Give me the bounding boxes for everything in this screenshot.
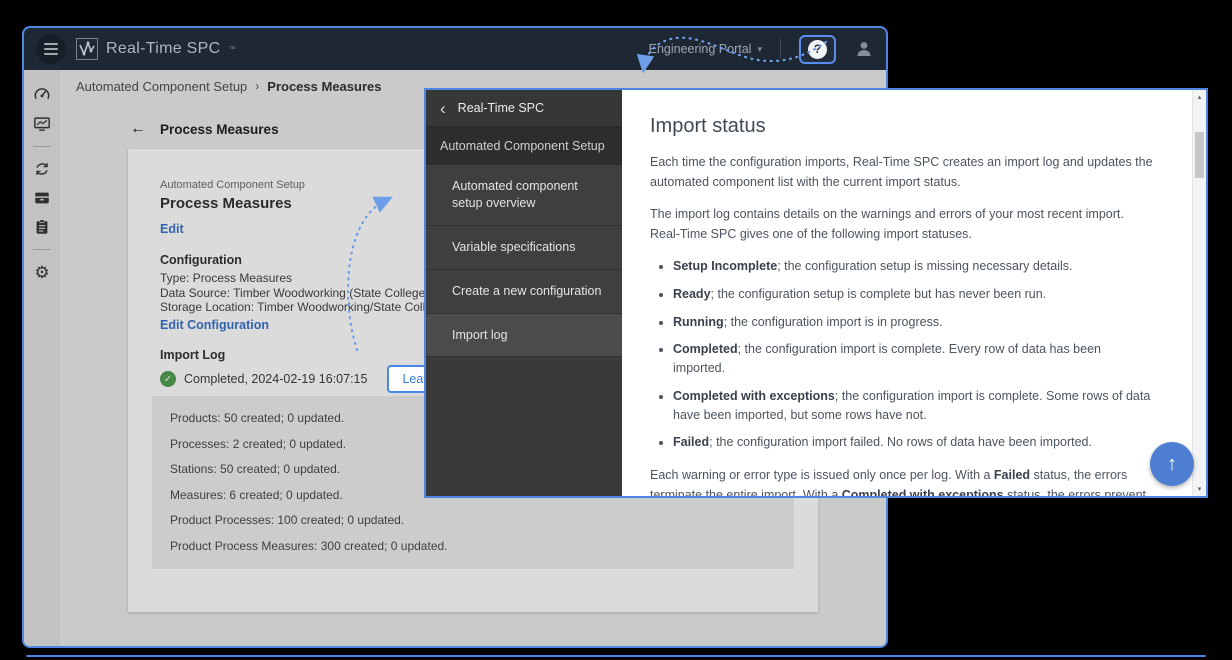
app-logo: Real-Time SPC ™ <box>76 38 235 60</box>
spc-chart-logo-icon <box>76 38 98 60</box>
stat-line: Product Process Measures: 300 created; 0… <box>170 539 776 553</box>
scrollbar-thumb[interactable] <box>1195 132 1204 178</box>
status-bullet: Completed with exceptions; the configura… <box>673 387 1154 425</box>
help-paragraph-2: The import log contains details on the w… <box>650 205 1154 244</box>
help-nav-item-overview[interactable]: Automated component setup overview <box>426 165 622 226</box>
status-bullet: Setup Incomplete; the configuration setu… <box>673 257 1154 276</box>
clipboard-icon[interactable] <box>33 218 51 236</box>
status-list: Setup Incomplete; the configuration setu… <box>673 257 1154 452</box>
brand-name: Real-Time SPC <box>106 40 220 58</box>
status-bullet: Failed; the configuration import failed.… <box>673 433 1154 452</box>
import-status-text: Completed, 2024-02-19 16:07:15 <box>184 372 367 386</box>
page-title: Process Measures <box>160 122 279 137</box>
configuration-heading: Configuration <box>160 253 242 267</box>
breadcrumb-separator-icon: › <box>255 79 259 93</box>
edit-link[interactable]: Edit <box>160 222 184 236</box>
edit-configuration-link[interactable]: Edit Configuration <box>160 318 269 332</box>
status-bullet: Running; the configuration import is in … <box>673 313 1154 332</box>
trademark: ™ <box>228 46 235 53</box>
back-arrow-icon[interactable]: ← <box>130 120 146 138</box>
help-content: Import status Each time the configuratio… <box>622 90 1206 496</box>
card-section-label: Automated Component Setup <box>160 179 305 191</box>
help-nav-item-import-log[interactable]: Import log <box>426 314 622 358</box>
breadcrumb-parent[interactable]: Automated Component Setup <box>76 79 247 94</box>
scrollbar-up-icon[interactable]: ▴ <box>1193 93 1206 101</box>
left-icon-rail: ⚙ <box>24 70 60 646</box>
help-panel: ‹ Real-Time SPC Automated Component Setu… <box>424 88 1208 498</box>
help-paragraph-3: Each warning or error type is issued onl… <box>650 466 1154 496</box>
scroll-to-top-button[interactable]: ↑ <box>1150 442 1194 486</box>
import-log-heading: Import Log <box>160 348 225 362</box>
status-bullet: Ready; the configuration setup is comple… <box>673 285 1154 304</box>
page-title-row: ← Process Measures <box>130 120 279 138</box>
portal-selector[interactable]: Engineering Portal ▾ <box>649 42 762 56</box>
chevron-left-icon[interactable]: ‹ <box>440 100 446 117</box>
help-sidebar-brand: Real-Time SPC <box>458 101 544 115</box>
help-nav-item-create-config[interactable]: Create a new configuration <box>426 270 622 314</box>
top-bar: Real-Time SPC ™ Engineering Portal ▾ ? <box>24 28 886 70</box>
frame-bottom-edge <box>26 655 1206 657</box>
sync-icon[interactable] <box>33 160 51 178</box>
help-paragraph-1: Each time the configuration imports, Rea… <box>650 153 1154 192</box>
help-button[interactable]: ? <box>799 35 836 64</box>
help-nav-item-variable-specs[interactable]: Variable specifications <box>426 226 622 270</box>
rail-divider <box>33 146 51 147</box>
help-title: Import status <box>650 115 1154 138</box>
charts-monitor-icon[interactable] <box>33 115 51 133</box>
topbar-divider <box>780 39 781 59</box>
stat-line: Product Processes: 100 created; 0 update… <box>170 513 776 527</box>
dashboard-gauge-icon[interactable] <box>33 86 51 104</box>
help-scrollbar[interactable]: ▴ ▾ <box>1192 90 1206 496</box>
up-arrow-icon: ↑ <box>1167 453 1177 476</box>
success-check-icon: ✓ <box>160 371 176 387</box>
help-sidebar: ‹ Real-Time SPC Automated Component Setu… <box>426 90 622 496</box>
storage-box-icon[interactable] <box>33 189 51 207</box>
chevron-down-icon: ▾ <box>757 44 762 55</box>
user-account-icon[interactable] <box>854 39 874 59</box>
breadcrumb-current: Process Measures <box>267 79 381 94</box>
hamburger-menu-icon[interactable] <box>36 34 66 64</box>
scrollbar-down-icon[interactable]: ▾ <box>1193 485 1206 493</box>
card-title: Process Measures <box>160 195 292 212</box>
rail-divider <box>33 249 51 250</box>
settings-gear-icon[interactable]: ⚙ <box>33 263 51 281</box>
status-bullet: Completed; the configuration import is c… <box>673 340 1154 378</box>
portal-label: Engineering Portal <box>649 42 752 56</box>
help-sidebar-section: Automated Component Setup <box>426 127 622 165</box>
question-mark-icon: ? <box>808 40 827 59</box>
help-sidebar-header[interactable]: ‹ Real-Time SPC <box>426 90 622 127</box>
breadcrumb: Automated Component Setup › Process Meas… <box>76 72 381 100</box>
